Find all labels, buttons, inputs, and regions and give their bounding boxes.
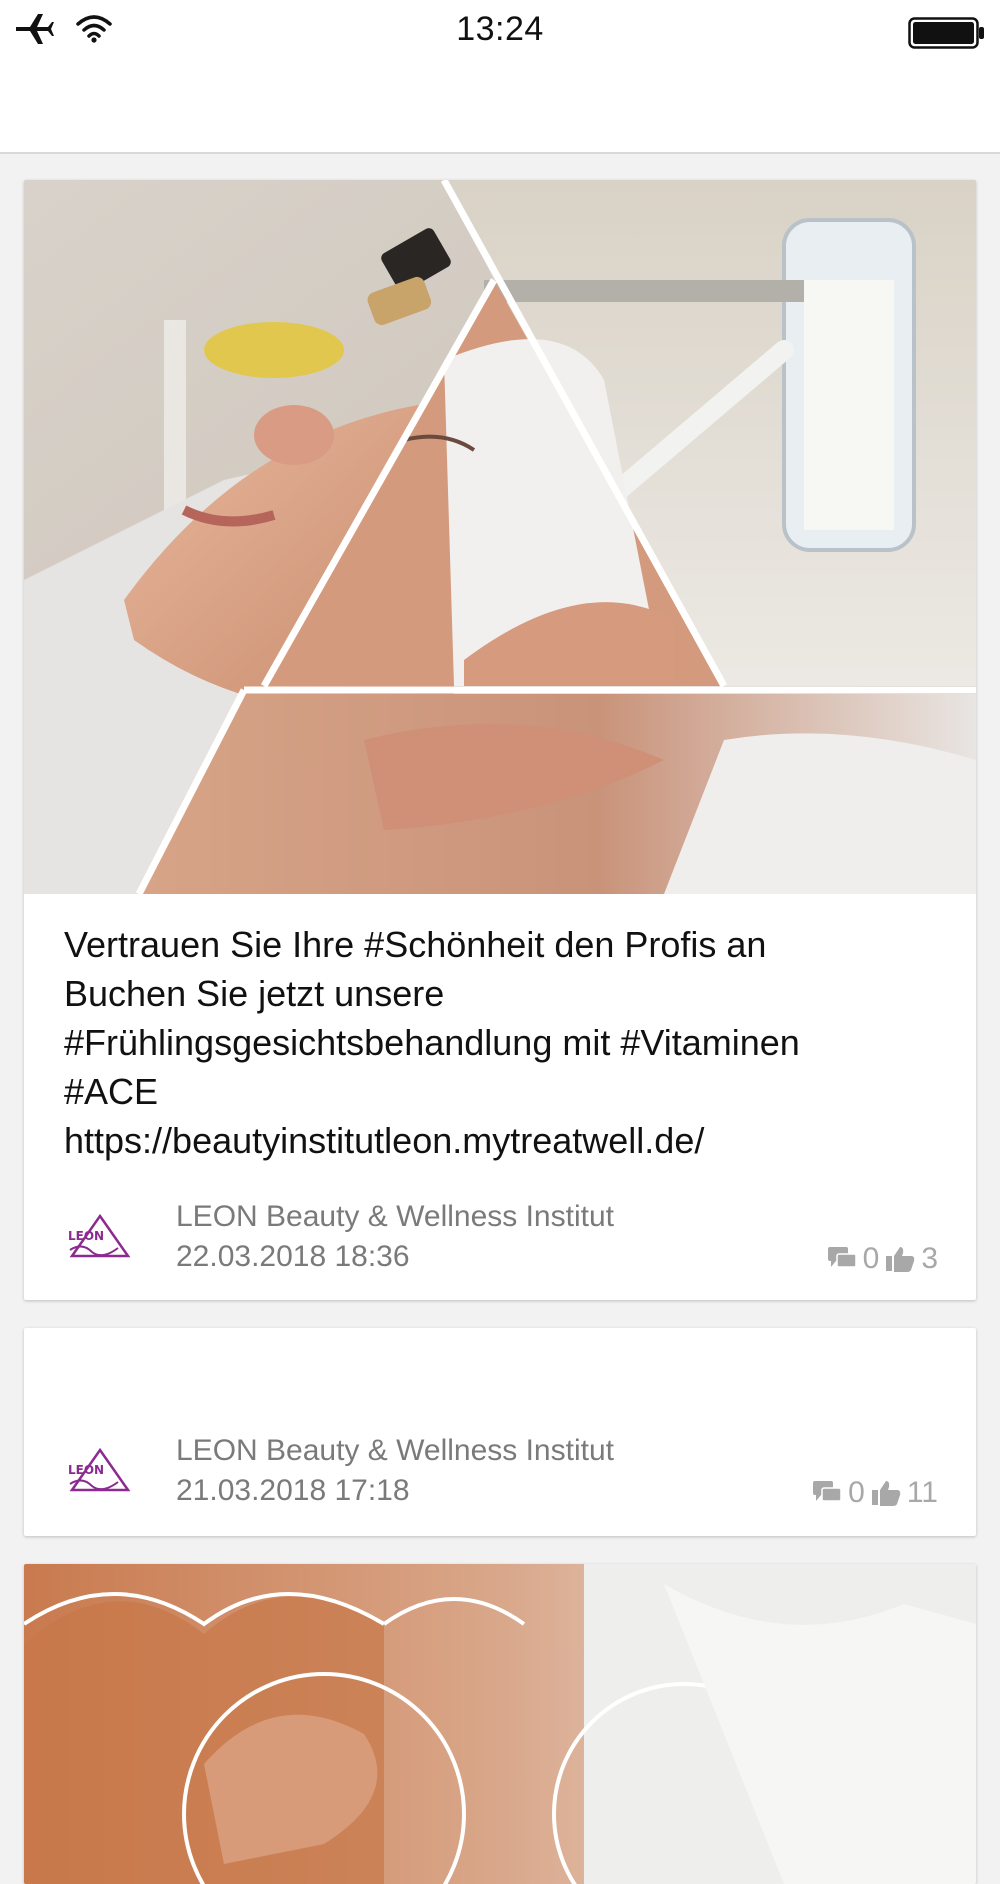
comment-icon[interactable] — [812, 1480, 842, 1506]
post-stats: 0 11 — [812, 1476, 938, 1510]
post-meta: LEON LEON Beauty & Wellness Institut 22.… — [24, 1194, 976, 1276]
battery-icon — [908, 16, 986, 55]
comment-count: 0 — [848, 1476, 865, 1509]
post-stats: 0 3 — [827, 1242, 938, 1276]
post-card[interactable]: Vertrauen Sie Ihre #Schönheit den Profis… — [24, 180, 976, 1300]
post-card[interactable] — [24, 1564, 976, 1884]
nav-bar — [0, 64, 1000, 154]
author-logo[interactable]: LEON — [62, 1444, 134, 1500]
author-logo[interactable]: LEON — [62, 1210, 134, 1266]
author-name[interactable]: LEON Beauty & Wellness Institut — [176, 1200, 614, 1234]
like-count: 11 — [906, 1476, 938, 1509]
svg-text:LEON: LEON — [68, 1463, 104, 1477]
like-icon[interactable] — [871, 1479, 901, 1507]
post-date: 22.03.2018 18:36 — [176, 1240, 410, 1273]
post-photo[interactable] — [24, 1564, 976, 1884]
svg-text:LEON: LEON — [68, 1229, 104, 1243]
post-photo[interactable] — [24, 180, 976, 894]
status-time: 13:24 — [456, 10, 544, 48]
post-card[interactable]: LEON LEON Beauty & Wellness Institut 21.… — [24, 1328, 976, 1536]
post-date: 21.03.2018 17:18 — [176, 1474, 410, 1507]
feed: Vertrauen Sie Ihre #Schönheit den Profis… — [0, 154, 1000, 1884]
like-count: 3 — [921, 1242, 938, 1275]
post-text: Vertrauen Sie Ihre #Schönheit den Profis… — [64, 924, 800, 1161]
like-icon[interactable] — [885, 1245, 915, 1273]
status-bar: 13:24 — [0, 0, 1000, 64]
comment-count: 0 — [862, 1242, 880, 1275]
comment-icon[interactable] — [827, 1246, 857, 1272]
author-name[interactable]: LEON Beauty & Wellness Institut — [176, 1434, 614, 1468]
post-meta: LEON LEON Beauty & Wellness Institut 21.… — [24, 1428, 976, 1510]
